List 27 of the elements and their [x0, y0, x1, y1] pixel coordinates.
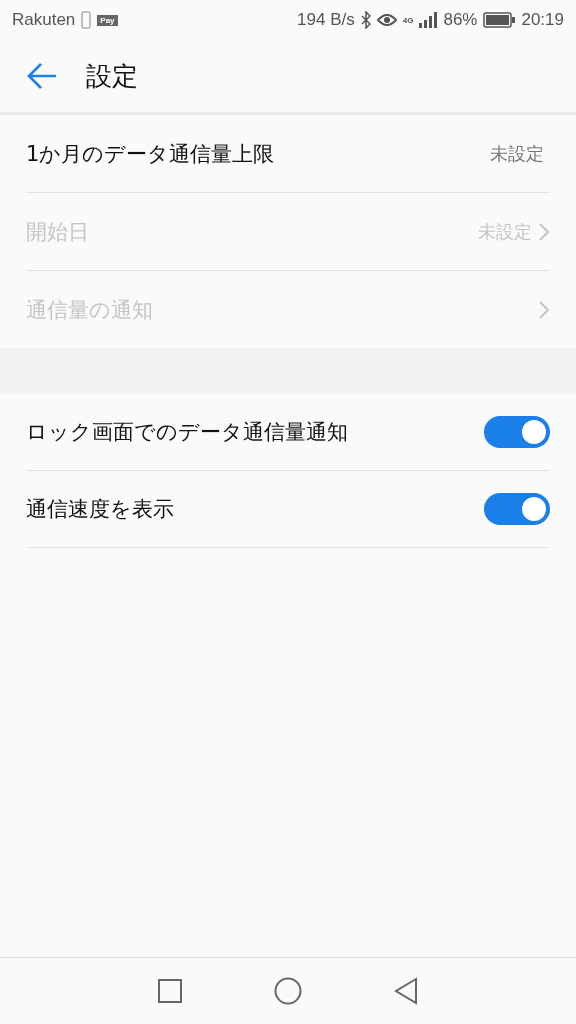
- home-button[interactable]: [274, 977, 302, 1005]
- network-speed: 194 B/s: [297, 10, 355, 30]
- row-label: 通信速度を表示: [26, 496, 175, 523]
- pay-badge: Pay: [97, 14, 118, 26]
- eye-icon: [376, 13, 397, 27]
- bluetooth-icon: [360, 11, 371, 29]
- page-title: 設定: [86, 59, 138, 93]
- carrier-name: Rakuten: [12, 10, 76, 30]
- back-nav-button[interactable]: [394, 977, 418, 1005]
- row-label: 1か月のデータ通信量上限: [26, 140, 276, 168]
- battery-percent: 86%: [443, 10, 478, 30]
- signal-icon: [419, 12, 438, 28]
- back-button[interactable]: [26, 62, 58, 90]
- phone-icon: [81, 11, 92, 29]
- toggle-switch[interactable]: [484, 416, 550, 448]
- circle-icon: [274, 977, 302, 1005]
- clock: 20:19: [521, 10, 564, 30]
- square-icon: [158, 979, 182, 1003]
- row-label: ロック画面でのデータ通信量通知: [26, 419, 349, 446]
- toggle-switch[interactable]: [484, 493, 550, 525]
- battery-icon: [483, 12, 516, 28]
- recents-button[interactable]: [158, 979, 182, 1003]
- triangle-icon: [394, 977, 418, 1005]
- row-value: 未設定: [490, 141, 544, 166]
- settings-row[interactable]: 1か月のデータ通信量上限 未設定: [26, 115, 550, 193]
- back-arrow-icon: [26, 62, 58, 90]
- network-type: 4G: [402, 15, 414, 25]
